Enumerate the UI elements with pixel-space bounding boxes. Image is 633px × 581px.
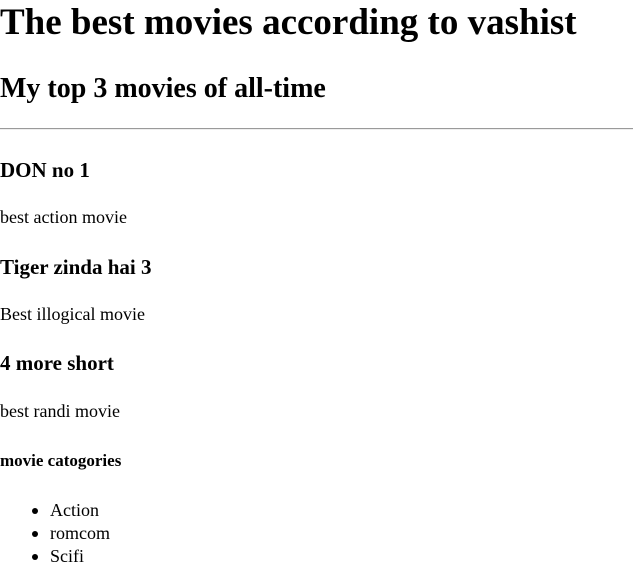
movie-description-1: best action movie [0,207,127,227]
list-item: Scifi [32,545,110,568]
bullet-icon [32,508,38,514]
movie-description-3: best randi movie [0,401,120,421]
movie-title-3: 4 more short [0,351,114,375]
list-item-label: Scifi [50,546,84,566]
list-item: romcom [32,522,110,545]
page-title: The best movies according to vashist [0,2,577,43]
bullet-icon [32,554,38,560]
categories-list: Action romcom Scifi [0,499,110,568]
page-subtitle: My top 3 movies of all-time [0,73,326,104]
divider [0,128,633,130]
movie-description-2: Best illogical movie [0,304,145,324]
categories-heading: movie catogories [0,451,122,470]
page: The best movies according to vashist My … [0,0,633,581]
list-item-label: romcom [50,523,110,543]
movie-title-1: DON no 1 [0,158,90,182]
movie-title-2: Tiger zinda hai 3 [0,255,152,279]
list-item: Action [32,499,110,522]
list-item-label: Action [50,500,99,520]
bullet-icon [32,531,38,537]
